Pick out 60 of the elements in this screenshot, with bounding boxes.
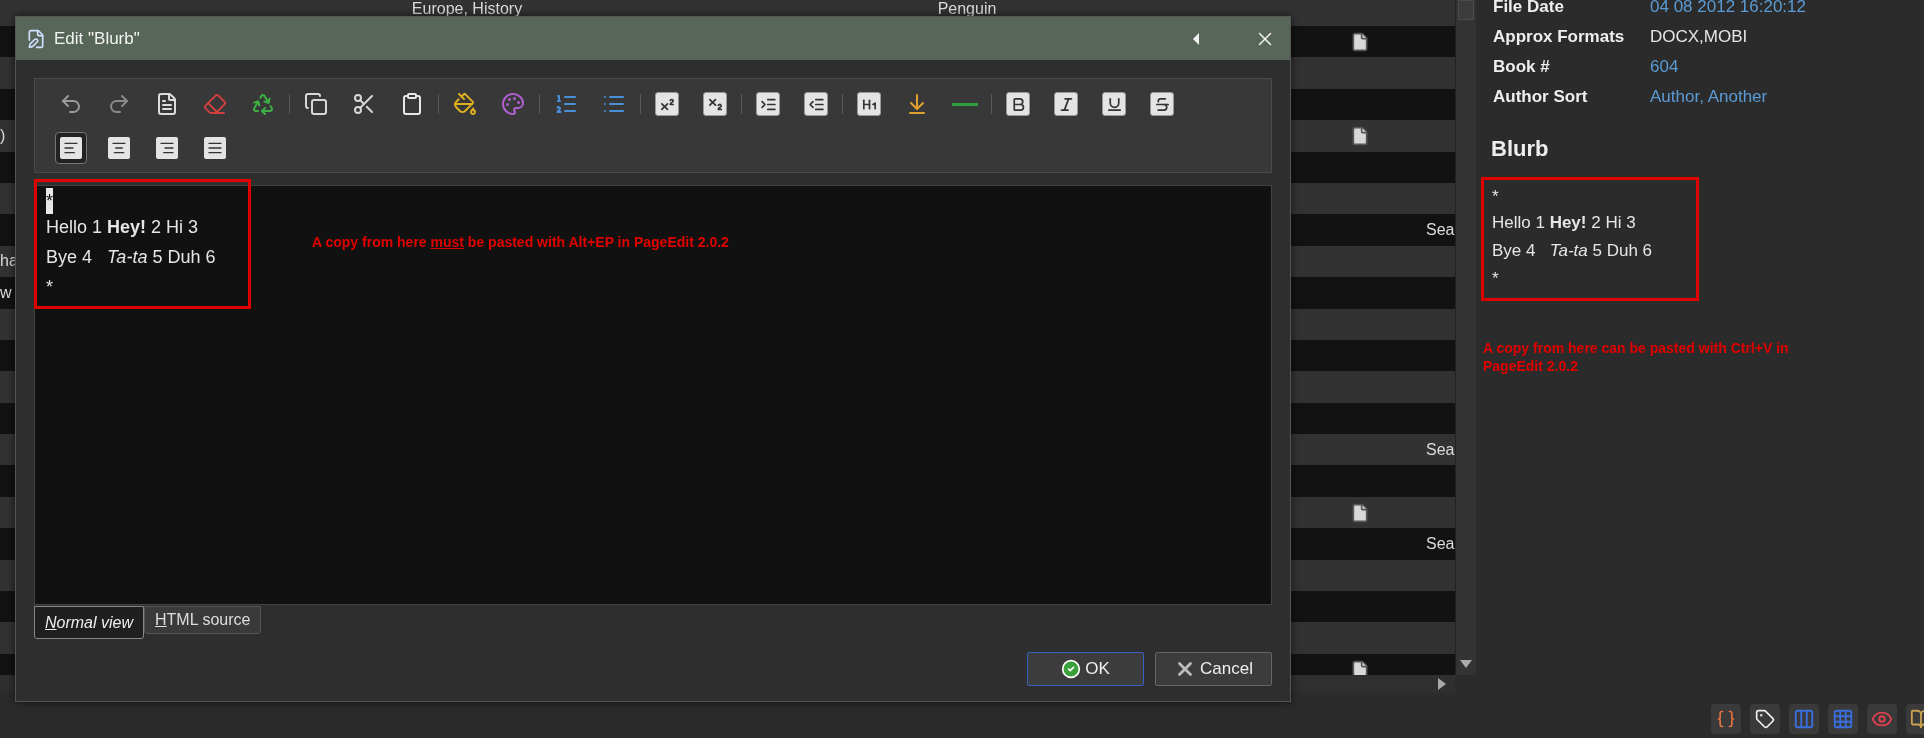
collapse-icon[interactable] [1192, 31, 1200, 46]
table-cell-text: Europe, History [411, 0, 523, 19]
field-label: File Date [1493, 0, 1565, 19]
table-cell: w [0, 283, 12, 301]
numbered-list-icon [554, 92, 578, 116]
align-justify-icon [207, 140, 223, 156]
editor-line: Bye 4 Ta-ta 5 Duh 6 [46, 246, 216, 269]
blurb-line: * [1492, 186, 1500, 208]
field-value[interactable]: 04 08 2012 16:20:12 [1650, 0, 1806, 20]
eye-icon[interactable] [1867, 704, 1897, 734]
eraser-icon [203, 92, 227, 116]
blurb-line: Hello 1 Hey! 2 Hi 3 [1492, 212, 1637, 234]
align-right-icon [159, 140, 175, 156]
align-left-button[interactable] [55, 132, 87, 164]
field-value[interactable]: 604 [1650, 54, 1679, 80]
paste-icon [400, 92, 424, 116]
annotation-note: A copy from here can be pasted with Ctrl+V in PageEdit 2.0.2 [1483, 339, 1790, 375]
blurb-heading: Blurb [1491, 135, 1550, 163]
document-icon [155, 92, 179, 116]
table-cell: Sea [1426, 534, 1455, 552]
tag-icon[interactable] [1750, 704, 1780, 734]
ok-button[interactable]: OK [1027, 652, 1144, 686]
field-value: DOCX,MOBI [1650, 26, 1748, 49]
field-label: Book # [1493, 56, 1551, 79]
align-center-icon [111, 140, 127, 156]
table-cell: Sea [1426, 221, 1455, 239]
blurb-line: * [1492, 268, 1500, 290]
braces-icon[interactable] [1711, 704, 1741, 734]
field-label: Author Sort [1493, 86, 1589, 109]
cut-icon [352, 92, 376, 116]
cancel-button[interactable]: Cancel [1155, 652, 1272, 686]
editor-line: * [46, 276, 53, 299]
recycle-icon [251, 92, 275, 116]
color-wheel-icon [501, 92, 525, 116]
annotation-note: A copy from here must be pasted with Alt+EP in PageEdit 2.0.2 [312, 233, 729, 252]
grid-icon[interactable] [1828, 704, 1858, 734]
check-icon [1061, 659, 1082, 679]
scroll-down-icon[interactable] [1459, 659, 1473, 669]
table-cell: Sea [1426, 440, 1455, 458]
align-left-icon [63, 140, 79, 156]
scroll-right-icon[interactable] [1437, 677, 1447, 691]
undo-icon [59, 92, 83, 116]
strikethrough-icon [1153, 95, 1171, 113]
editor-tab[interactable]: HTML source [144, 606, 262, 634]
vertical-scrollbar[interactable] [1455, 0, 1476, 675]
edit-document-icon [26, 28, 46, 49]
window-title: Edit "Blurb" [54, 27, 140, 50]
underline-icon [1105, 95, 1123, 113]
horizontal-line-icon [952, 102, 978, 106]
paint-bucket-icon [453, 92, 477, 116]
editor-tab[interactable]: Normal view [34, 606, 145, 639]
field-value[interactable]: Author, Another [1650, 84, 1768, 110]
field-label: Approx Formats [1493, 26, 1626, 49]
redo-icon [107, 92, 131, 116]
copy-icon [304, 92, 328, 116]
blurb-line: Bye 4 Ta-ta 5 Duh 6 [1492, 240, 1654, 262]
table-cell: ) [0, 126, 6, 144]
editor-line: Hello 1 Hey! 2 Hi 3 [46, 216, 199, 239]
table-cell-text: Penguin [937, 0, 997, 19]
columns-icon[interactable] [1789, 704, 1819, 734]
